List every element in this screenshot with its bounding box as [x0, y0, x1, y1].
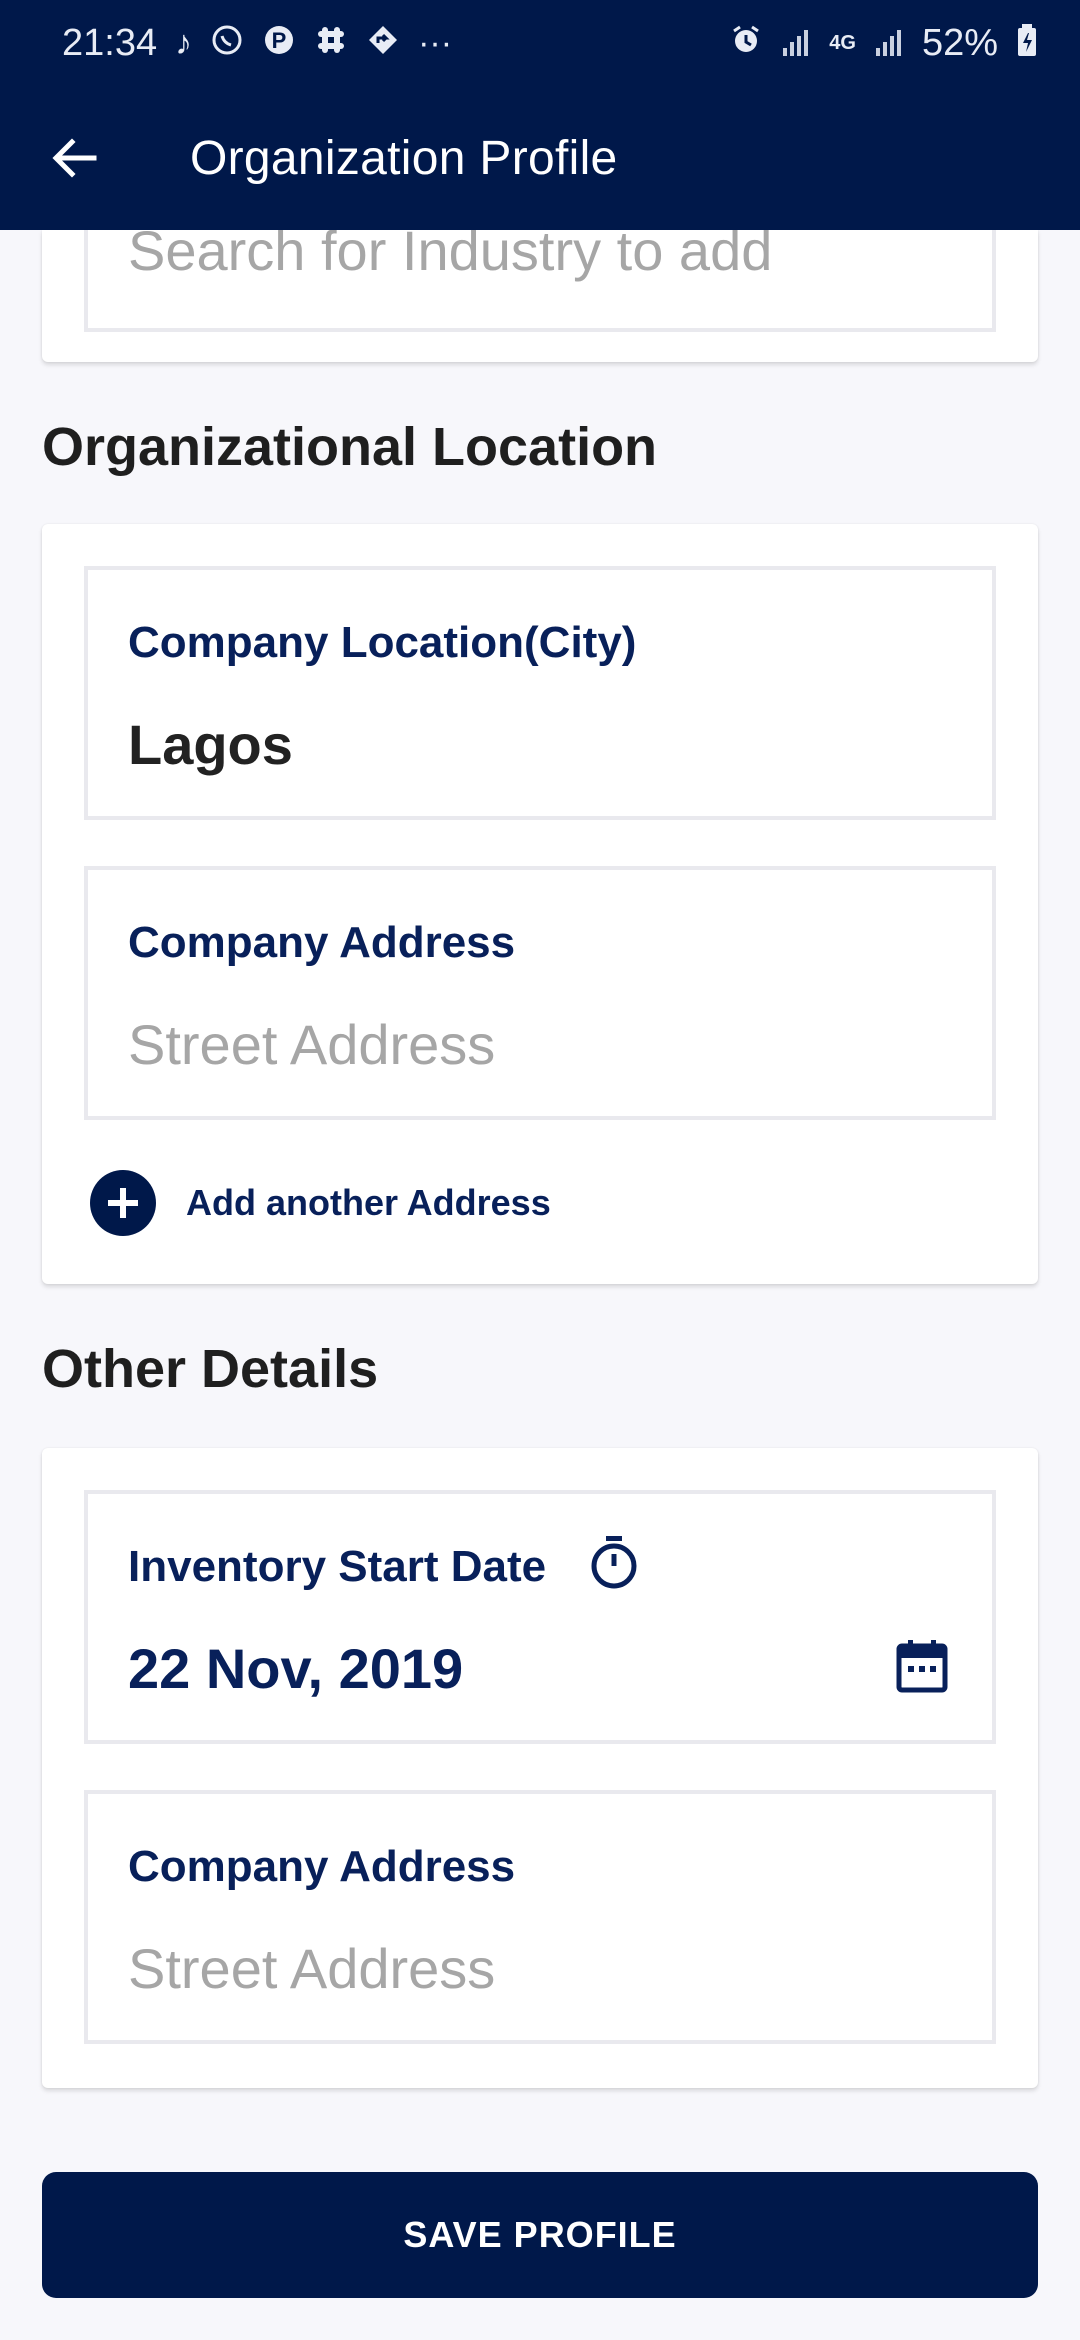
- alarm-icon: [729, 23, 763, 63]
- add-circle-icon: [90, 1170, 156, 1236]
- save-profile-button[interactable]: SAVE PROFILE: [42, 2172, 1038, 2298]
- industry-card: Search for Industry to add: [42, 190, 1038, 362]
- back-button-overlay[interactable]: [0, 86, 150, 230]
- status-bar: 21:34 ♪ P ··· 4G 52%: [0, 0, 1080, 86]
- other-details-card: Inventory Start Date 22 Nov, 2019 Compan…: [42, 1448, 1038, 2088]
- svg-text:P: P: [272, 28, 287, 53]
- company-city-value: Lagos: [128, 713, 293, 776]
- other-company-address-placeholder: Street Address: [128, 1937, 496, 2000]
- location-section-title: Organizational Location: [42, 417, 658, 477]
- battery-percent: 52%: [921, 21, 998, 64]
- location-card: Company Location(City) Lagos Company Add…: [42, 524, 1038, 1284]
- signal-icon: [781, 28, 811, 58]
- organization-profile-screen: 21:34 ♪ P ··· 4G 52% Search for Industry…: [0, 0, 1080, 2340]
- direction-icon: [366, 23, 400, 63]
- company-address-field[interactable]: Company Address Street Address: [84, 866, 996, 1120]
- back-arrow-icon: [52, 138, 97, 178]
- page-title-overlay: Organization Profile: [190, 131, 618, 185]
- inventory-start-date-label: Inventory Start Date: [128, 1542, 547, 1591]
- calendar-icon[interactable]: [896, 1638, 948, 1694]
- pinterest-icon: P: [262, 23, 296, 63]
- battery-icon: [1016, 23, 1038, 63]
- company-city-label: Company Location(City): [128, 618, 637, 667]
- status-left: 21:34 ♪ P ···: [62, 22, 452, 65]
- company-address-label: Company Address: [128, 918, 516, 967]
- other-company-address-field[interactable]: Company Address Street Address: [84, 1790, 996, 2044]
- whatsapp-icon: [210, 23, 244, 63]
- signal-icon-2: [874, 28, 904, 58]
- other-company-address-label: Company Address: [128, 1842, 516, 1891]
- status-time: 21:34: [62, 21, 158, 64]
- more-notifications-icon: ···: [418, 24, 453, 62]
- add-address-label: Add another Address: [186, 1182, 551, 1223]
- slack-icon: [314, 23, 348, 63]
- tiktok-icon: ♪: [175, 24, 193, 62]
- inventory-start-date-field[interactable]: Inventory Start Date 22 Nov, 2019: [84, 1490, 996, 1744]
- other-details-section-title: Other Details: [42, 1339, 379, 1399]
- company-city-field[interactable]: Company Location(City) Lagos: [84, 566, 996, 820]
- app-bar-overlay: Organization Profile: [0, 86, 1080, 230]
- timer-icon: [591, 1536, 637, 1589]
- status-right: 4G 52%: [729, 22, 1038, 65]
- add-address-button[interactable]: Add another Address: [90, 1170, 551, 1236]
- network-type-icon: 4G: [829, 32, 856, 54]
- inventory-start-date-value: 22 Nov, 2019: [128, 1637, 464, 1700]
- company-address-placeholder: Street Address: [128, 1013, 496, 1076]
